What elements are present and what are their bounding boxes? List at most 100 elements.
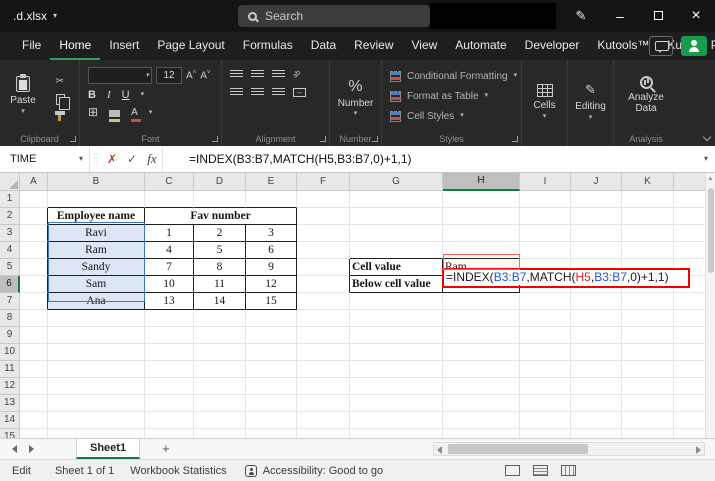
copy-button[interactable] bbox=[56, 94, 65, 105]
underline-button[interactable]: U bbox=[122, 89, 130, 101]
cell-J15[interactable] bbox=[571, 429, 622, 438]
cell-F12[interactable] bbox=[297, 378, 350, 395]
cell-I6[interactable] bbox=[520, 276, 571, 293]
row-header-1[interactable]: 1 bbox=[0, 191, 20, 208]
enter-icon[interactable] bbox=[122, 146, 142, 172]
borders-button[interactable] bbox=[88, 106, 98, 120]
cell-F1[interactable] bbox=[297, 191, 350, 208]
alignment-dialog-launcher[interactable] bbox=[320, 136, 326, 142]
row-header-14[interactable]: 14 bbox=[0, 412, 20, 429]
cell-C8[interactable] bbox=[145, 310, 194, 327]
formula-bar-grip[interactable] bbox=[90, 146, 102, 172]
insert-function-button[interactable]: fx bbox=[142, 146, 162, 172]
cell-C7[interactable]: 13 bbox=[145, 293, 194, 310]
cell-A1[interactable] bbox=[20, 191, 48, 208]
italic-button[interactable]: I bbox=[107, 89, 111, 101]
orientation-button[interactable]: ab bbox=[292, 69, 302, 79]
cell-B14[interactable] bbox=[48, 412, 145, 429]
align-middle-button[interactable] bbox=[251, 70, 264, 79]
cell-H11[interactable] bbox=[443, 361, 520, 378]
file-name-menu[interactable]: .d.xlsx bbox=[13, 0, 57, 32]
cell-B15[interactable] bbox=[48, 429, 145, 438]
row-header-12[interactable]: 12 bbox=[0, 378, 20, 395]
cell-H8[interactable] bbox=[443, 310, 520, 327]
cell-C6[interactable]: 10 bbox=[145, 276, 194, 293]
cell-D10[interactable] bbox=[194, 344, 246, 361]
cell-B12[interactable] bbox=[48, 378, 145, 395]
cell-J5[interactable] bbox=[571, 259, 622, 276]
cell-F14[interactable] bbox=[297, 412, 350, 429]
col-header-J[interactable]: J bbox=[571, 173, 622, 191]
cell-F9[interactable] bbox=[297, 327, 350, 344]
cell-C4[interactable]: 4 bbox=[145, 242, 194, 259]
cell-B3[interactable]: Ravi bbox=[48, 225, 145, 242]
cell-E9[interactable] bbox=[246, 327, 297, 344]
cell-E7[interactable]: 15 bbox=[246, 293, 297, 310]
ribbon-tab-review[interactable]: Review bbox=[345, 32, 402, 60]
col-header-I[interactable]: I bbox=[520, 173, 571, 191]
cell-A8[interactable] bbox=[20, 310, 48, 327]
cell-F8[interactable] bbox=[297, 310, 350, 327]
cell-A11[interactable] bbox=[20, 361, 48, 378]
ribbon-tab-kutools[interactable]: Kutools™ bbox=[588, 32, 658, 60]
cell-D12[interactable] bbox=[194, 378, 246, 395]
align-top-button[interactable] bbox=[230, 70, 243, 79]
cell-A5[interactable] bbox=[20, 259, 48, 276]
vertical-scrollbar[interactable] bbox=[705, 173, 715, 438]
ribbon-tab-home[interactable]: Home bbox=[50, 32, 100, 60]
cell-C11[interactable] bbox=[145, 361, 194, 378]
clipboard-dialog-launcher[interactable] bbox=[70, 136, 76, 142]
ribbon-tab-data[interactable]: Data bbox=[302, 32, 345, 60]
cell-H2[interactable] bbox=[443, 208, 520, 225]
pen-icon[interactable] bbox=[566, 0, 596, 32]
cell-J9[interactable] bbox=[571, 327, 622, 344]
cells-button[interactable]: Cells bbox=[522, 60, 567, 144]
cell-B2[interactable]: Employee name bbox=[48, 208, 145, 225]
align-right-button[interactable] bbox=[272, 88, 285, 97]
number-format-button[interactable]: % Number bbox=[330, 60, 381, 134]
cell-D9[interactable] bbox=[194, 327, 246, 344]
editing-button[interactable]: Editing bbox=[568, 60, 613, 144]
cell-G5[interactable]: Cell value bbox=[350, 259, 443, 276]
row-header-13[interactable]: 13 bbox=[0, 395, 20, 412]
cell-A6[interactable] bbox=[20, 276, 48, 293]
cell-G6[interactable]: Below cell value bbox=[350, 276, 443, 293]
cell-B9[interactable] bbox=[48, 327, 145, 344]
cell-I12[interactable] bbox=[520, 378, 571, 395]
cell-C3[interactable]: 1 bbox=[145, 225, 194, 242]
analyze-data-button[interactable]: Analyze Data bbox=[614, 60, 678, 130]
cell-A10[interactable] bbox=[20, 344, 48, 361]
ribbon-tab-page-layout[interactable]: Page Layout bbox=[148, 32, 233, 60]
row-header-6[interactable]: 6 bbox=[0, 276, 20, 293]
cell-J6[interactable] bbox=[571, 276, 622, 293]
col-header-G[interactable]: G bbox=[350, 173, 443, 191]
cell-A13[interactable] bbox=[20, 395, 48, 412]
cell-K3[interactable] bbox=[622, 225, 674, 242]
minimize-button[interactable] bbox=[601, 0, 639, 32]
cell-D15[interactable] bbox=[194, 429, 246, 438]
row-header-11[interactable]: 11 bbox=[0, 361, 20, 378]
cell-I3[interactable] bbox=[520, 225, 571, 242]
cell-K5[interactable] bbox=[622, 259, 674, 276]
cell-A12[interactable] bbox=[20, 378, 48, 395]
cell-I1[interactable] bbox=[520, 191, 571, 208]
expand-formula-bar-chevron[interactable] bbox=[697, 146, 715, 172]
cell-E14[interactable] bbox=[246, 412, 297, 429]
cell-H4[interactable] bbox=[443, 242, 520, 259]
cell-D3[interactable]: 2 bbox=[194, 225, 246, 242]
cell-A9[interactable] bbox=[20, 327, 48, 344]
cell-H13[interactable] bbox=[443, 395, 520, 412]
name-box[interactable]: TIME bbox=[0, 146, 90, 172]
ribbon-tab-insert[interactable]: Insert bbox=[100, 32, 148, 60]
sheet-tab-sheet1[interactable]: Sheet1 bbox=[76, 439, 140, 459]
cell-B8[interactable] bbox=[48, 310, 145, 327]
cell-E3[interactable]: 3 bbox=[246, 225, 297, 242]
cell-F7[interactable] bbox=[297, 293, 350, 310]
col-header-F[interactable]: F bbox=[297, 173, 350, 191]
collapse-ribbon-chevron[interactable] bbox=[703, 133, 711, 141]
row-header-3[interactable]: 3 bbox=[0, 225, 20, 242]
cell-I15[interactable] bbox=[520, 429, 571, 438]
cell-F2[interactable] bbox=[297, 208, 350, 225]
close-button[interactable] bbox=[677, 0, 715, 32]
col-header-K[interactable]: K bbox=[622, 173, 674, 191]
